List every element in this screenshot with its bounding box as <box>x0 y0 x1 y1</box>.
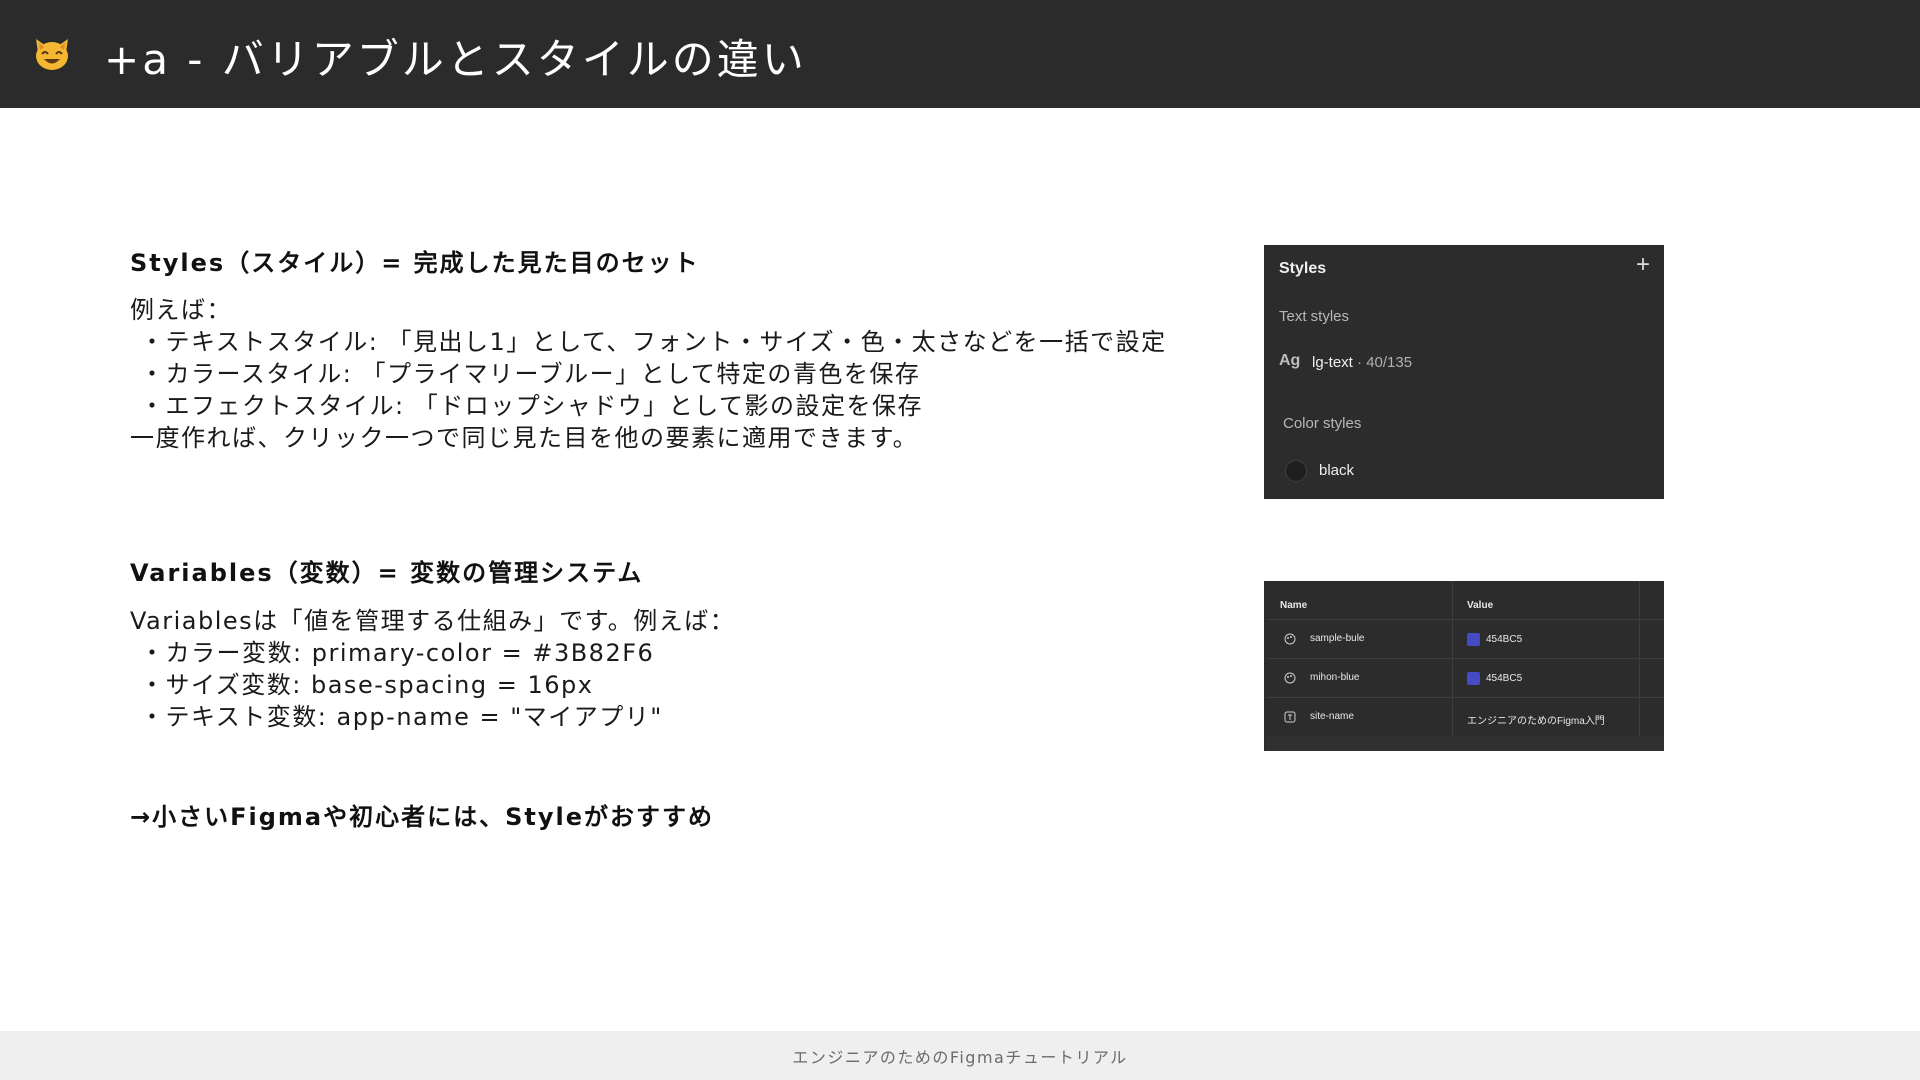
variables-heading: Variables（変数）= 変数の管理システム <box>130 559 644 587</box>
value-cell: 454BC5 <box>1453 659 1640 697</box>
page-title: +a - バリアブルとスタイルの違い <box>104 35 807 84</box>
variable-value: 454BC5 <box>1486 634 1523 645</box>
styles-panel: Styles + Text styles Ag lg-text · 40/135… <box>1264 245 1664 499</box>
name-cell: sample-bule <box>1266 620 1453 658</box>
styles-line: ・テキストスタイル: 「見出し1」として、フォント・サイズ・色・太さなどを一括で… <box>140 328 1167 356</box>
text-icon <box>1284 711 1296 723</box>
palette-icon <box>1284 633 1296 645</box>
color-swatch <box>1285 460 1307 482</box>
value-cell: 454BC5 <box>1453 620 1640 658</box>
text-styles-label: Text styles <box>1279 308 1350 325</box>
footer-bar: エンジニアのためのFigmaチュートリアル <box>0 1031 1920 1080</box>
variables-description: Variablesは「値を管理する仕組み」です。例えば： ・カラー変数: pri… <box>130 605 735 733</box>
text-style-name: lg-text <box>1312 354 1353 371</box>
styles-heading: Styles（スタイル）= 完成した見た目のセット <box>130 249 700 277</box>
styles-line: ・エフェクトスタイル: 「ドロップシャドウ」として影の設定を保存 <box>140 392 923 420</box>
variable-name: sample-bule <box>1310 633 1365 644</box>
table-row[interactable]: site-name エンジニアのためのFigma入門 <box>1266 698 1664 737</box>
column-header-name: Name <box>1280 600 1308 611</box>
styles-description: 例えば： ・テキストスタイル: 「見出し1」として、フォント・サイズ・色・太さな… <box>130 294 1167 454</box>
color-swatch <box>1467 672 1480 685</box>
table-row[interactable]: sample-bule 454BC5 <box>1266 620 1664 659</box>
styles-panel-title: Styles <box>1279 260 1327 277</box>
recommendation-text: →小さいFigmaや初心者には、Styleがおすすめ <box>130 803 715 831</box>
header-value-cell: Value <box>1453 581 1640 619</box>
styles-line: ・カラースタイル: 「プライマリーブルー」として特定の青色を保存 <box>140 360 921 388</box>
footer-text: エンジニアのためのFigmaチュートリアル <box>792 1047 1128 1067</box>
variables-table: Name Value sample-bule 454BC5 mihon-blue <box>1264 581 1664 751</box>
variable-value: 454BC5 <box>1486 673 1523 684</box>
column-header-value: Value <box>1467 600 1494 611</box>
text-style-item[interactable]: lg-text · 40/135 <box>1312 354 1412 371</box>
styles-line: 例えば： <box>130 296 232 324</box>
header-bar: +a - バリアブルとスタイルの違い <box>0 0 1920 108</box>
cat-face-icon <box>36 39 68 70</box>
header-name-cell: Name <box>1266 581 1453 619</box>
plus-icon[interactable]: + <box>1636 253 1650 277</box>
variables-line: ・カラー変数: primary-color = #3B82F6 <box>140 639 655 667</box>
variables-line: Variablesは「値を管理する仕組み」です。例えば： <box>130 607 736 635</box>
table-footer <box>1266 736 1664 751</box>
value-cell: エンジニアのためのFigma入門 <box>1453 698 1640 736</box>
color-style-item[interactable]: black <box>1319 462 1354 479</box>
variable-name: site-name <box>1310 711 1354 722</box>
table-header-row: Name Value <box>1266 581 1664 620</box>
color-styles-label: Color styles <box>1283 415 1362 432</box>
name-cell: mihon-blue <box>1266 659 1453 697</box>
text-style-meta: · 40/135 <box>1352 354 1413 371</box>
variable-name: mihon-blue <box>1310 672 1360 683</box>
variables-line: ・サイズ変数: base-spacing = 16px <box>140 671 594 699</box>
name-cell: site-name <box>1266 698 1453 736</box>
table-row[interactable]: mihon-blue 454BC5 <box>1266 659 1664 698</box>
color-swatch <box>1467 633 1480 646</box>
text-style-icon: Ag <box>1279 352 1301 369</box>
variable-value: エンジニアのためのFigma入門 <box>1467 716 1605 727</box>
styles-line: 一度作れば、クリック一つで同じ見た目を他の要素に適用できます。 <box>130 424 919 452</box>
variables-line: ・テキスト変数: app-name = "マイアプリ" <box>140 703 663 731</box>
palette-icon <box>1284 672 1296 684</box>
